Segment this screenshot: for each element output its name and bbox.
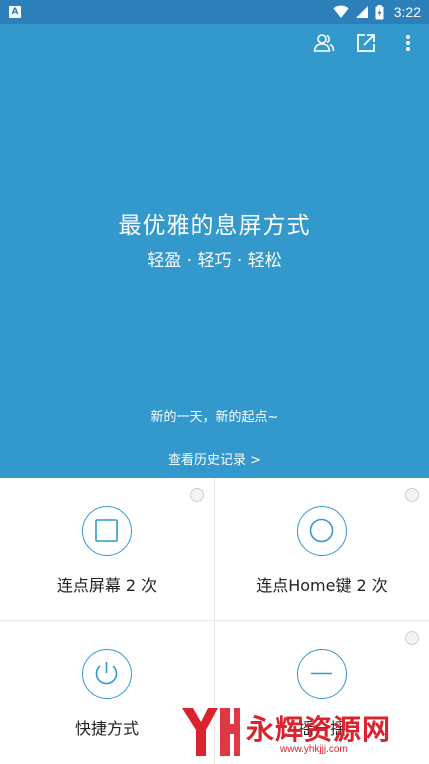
home-circle-icon [297, 506, 347, 556]
hero-subtitle: 轻盈 · 轻巧 · 轻松 [147, 251, 282, 271]
wifi-icon [333, 5, 349, 18]
signal-icon [355, 6, 368, 18]
option-radio[interactable] [190, 488, 204, 502]
watermark: 永辉资源网 www.yhkjjj.com [176, 700, 426, 760]
share-icon[interactable] [355, 32, 377, 54]
status-bar: A 3:22 [0, 0, 429, 24]
watermark-text: 永辉资源网 [246, 713, 392, 746]
option-label: 连点Home键 2 次 [256, 576, 388, 595]
hero-panel: 最优雅的息屏方式 轻盈 · 轻巧 · 轻松 新的一天，新的起点~ 查看历史记录 … [0, 24, 429, 478]
option-radio[interactable] [405, 488, 419, 502]
option-double-tap-home[interactable]: 连点Home键 2 次 [215, 478, 429, 620]
status-icons: 3:22 [333, 3, 421, 21]
minus-icon [297, 649, 347, 699]
more-icon[interactable] [397, 32, 419, 54]
option-double-tap-screen[interactable]: 连点屏幕 2 次 [0, 478, 214, 620]
option-label: 连点屏幕 2 次 [56, 576, 158, 595]
watermark-url: www.yhkjjj.com [280, 744, 348, 755]
option-radio[interactable] [405, 631, 419, 645]
hero-title: 最优雅的息屏方式 [118, 213, 311, 239]
status-time: 3:22 [393, 4, 421, 20]
watermark-logo-icon [182, 708, 240, 756]
square-icon [82, 506, 132, 556]
people-icon[interactable] [313, 32, 335, 54]
power-icon [82, 649, 132, 699]
hero-greeting: 新的一天，新的起点~ [150, 410, 279, 425]
history-link[interactable]: 查看历史记录 > [0, 449, 429, 468]
top-actions [313, 32, 419, 54]
notification-icon: A [9, 6, 21, 18]
battery-icon [375, 4, 384, 19]
